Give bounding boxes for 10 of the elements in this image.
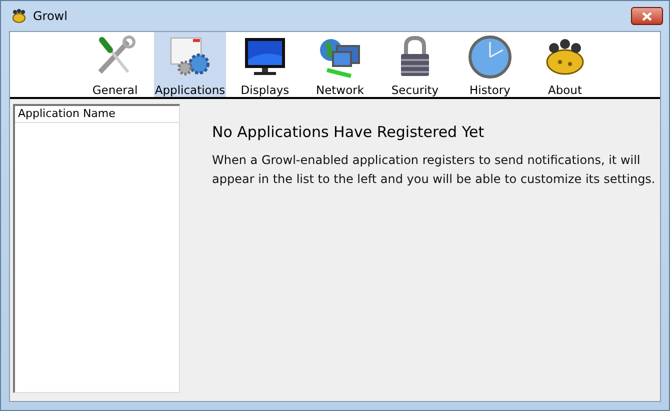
message-text: When a Growl-enabled application registers to send notifications, it will appear in the list to the left and you will be able to customize its settings. [212, 152, 656, 188]
window-title: Growl [33, 8, 68, 25]
close-button[interactable] [631, 7, 663, 25]
clock-icon [467, 34, 513, 80]
toolbar-tab[interactable]: Applications [154, 32, 226, 97]
column-header[interactable]: Application Name [15, 106, 179, 123]
paw-icon [11, 8, 27, 24]
close-icon [642, 12, 652, 20]
application-list[interactable]: Application Name [13, 104, 180, 393]
message-heading: No Applications Have Registered Yet [212, 122, 486, 142]
